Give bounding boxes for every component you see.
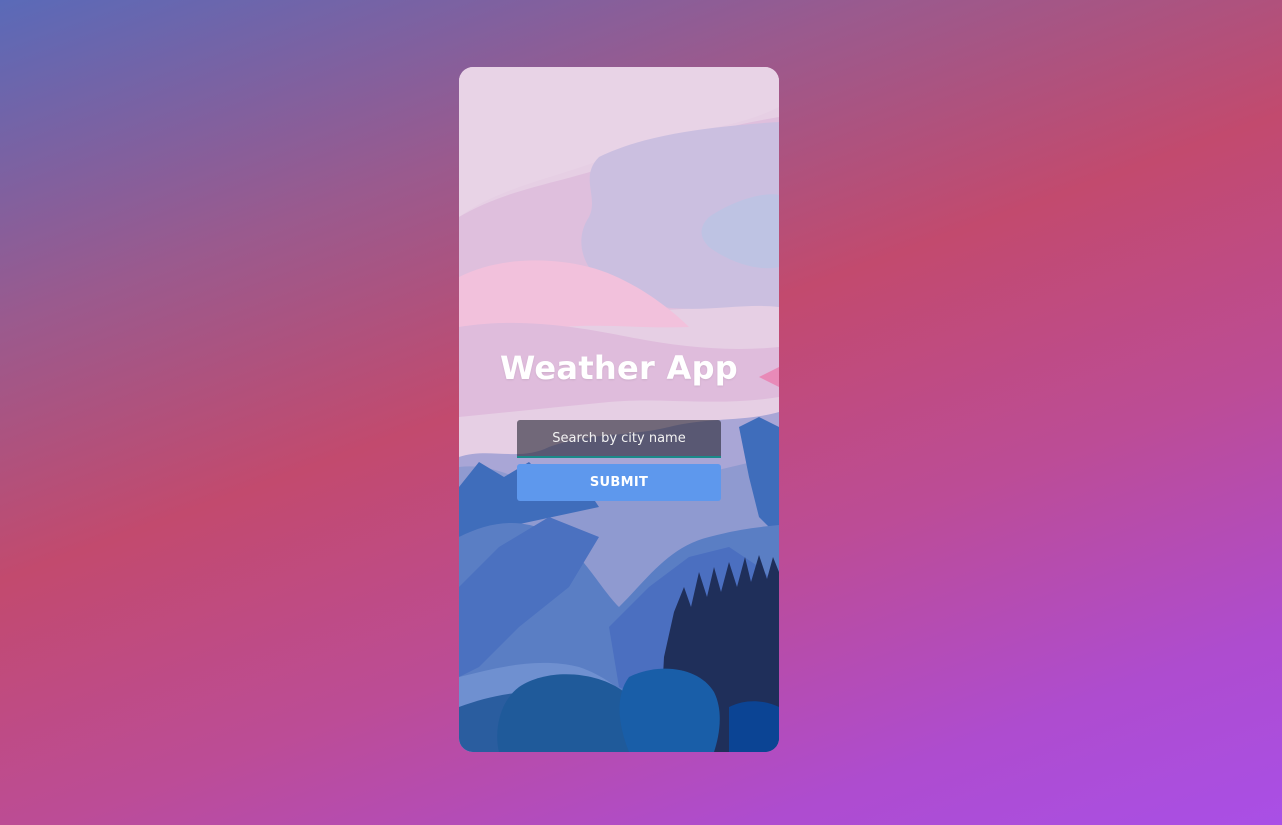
- submit-button[interactable]: SUBMIT: [517, 464, 721, 501]
- city-search-input[interactable]: [517, 420, 721, 458]
- mountain-landscape-illustration: [459, 67, 779, 752]
- weather-card: Weather App SUBMIT: [459, 67, 779, 752]
- app-title: Weather App: [499, 349, 739, 387]
